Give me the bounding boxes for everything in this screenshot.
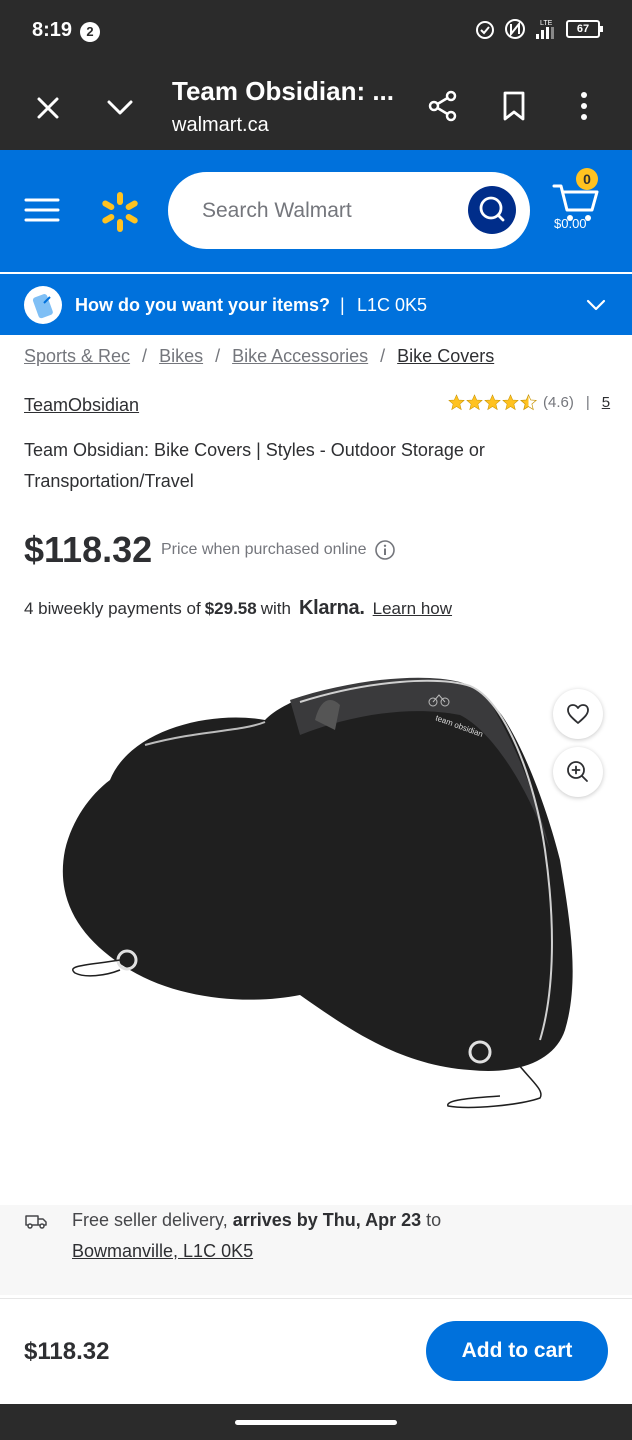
cart-total: $0.00 [554, 216, 587, 231]
product-rating[interactable]: (4.6) | 5 [448, 394, 610, 411]
bottom-price: $118.32 [24, 1338, 110, 1365]
chevron-down-icon [586, 299, 606, 311]
breadcrumb-item-bike-accessories[interactable]: Bike Accessories [232, 346, 368, 366]
postal-code: L1C 0K5 [357, 295, 428, 315]
product-title: Team Obsidian: Bike Covers | Styles - Ou… [24, 440, 485, 491]
star-half-icon [520, 394, 537, 411]
status-icons: LTE 67 [474, 18, 603, 40]
cart-count-badge: 0 [576, 168, 598, 190]
rating-separator: | [585, 394, 590, 411]
klarna-logo: Klarna. [298, 597, 365, 619]
zoom-button[interactable] [553, 747, 603, 797]
review-count[interactable]: 5 [602, 394, 610, 411]
site-header [0, 150, 632, 272]
delivery-date: arrives by Thu, Apr 23 [232, 1210, 422, 1230]
bookmark-icon[interactable] [496, 88, 532, 124]
signal-icon: LTE [536, 20, 554, 39]
klarna-amount: $29.58 [204, 598, 257, 618]
menu-icon[interactable] [22, 194, 62, 226]
alarm-icon [476, 21, 494, 39]
breadcrumb-item-bikes[interactable]: Bikes [159, 346, 203, 366]
svg-text:LTE: LTE [540, 20, 553, 27]
battery-indicator: 67 [566, 20, 603, 38]
star-icon [484, 394, 501, 411]
star-icon [502, 394, 519, 411]
search-bar [168, 172, 530, 249]
price-note: Price when purchased online [161, 539, 396, 561]
breadcrumb-item-sports-rec[interactable]: Sports & Rec [24, 346, 130, 366]
sticky-add-to-cart-bar: $118.32 Add to cart [0, 1298, 632, 1404]
system-navigation-bar [0, 1404, 632, 1440]
search-button[interactable] [468, 186, 516, 234]
breadcrumb-item-bike-covers[interactable]: Bike Covers [397, 346, 494, 366]
klarna-learn-how-link[interactable]: Learn how [373, 599, 452, 619]
search-input[interactable] [202, 172, 462, 249]
price-note-text: Price when purchased online [161, 541, 367, 558]
breadcrumb: Sports & Rec / Bikes / Bike Accessories / Bike… [24, 346, 495, 366]
favorite-button[interactable] [553, 689, 603, 739]
fulfillment-separator: | [340, 295, 345, 315]
page-url: walmart.ca [172, 114, 269, 136]
star-icon [466, 394, 483, 411]
status-time: 8:19 [32, 19, 73, 41]
rating-value: (4.6) [543, 394, 574, 411]
delivery-info: Free seller delivery, arrives by Thu, Ap… [0, 1205, 632, 1295]
status-bar: 8:19 2 LTE 67 [0, 0, 632, 62]
nfc-icon [505, 19, 525, 39]
fulfillment-selector[interactable]: How do you want your items? | L1C 0K5 [0, 274, 632, 335]
klarna-payments: 4 biweekly payments of $29.58 with Klarn… [24, 597, 452, 620]
delivery-to: to [426, 1210, 442, 1230]
search-icon [479, 196, 505, 222]
fulfillment-prompt: How do you want your items? [75, 295, 331, 315]
browser-toolbar: Team Obsidian: ... walmart.ca [0, 62, 632, 150]
klarna-with: with [260, 598, 291, 618]
rating-stars [448, 394, 537, 411]
share-icon[interactable] [425, 88, 461, 124]
heart-icon [567, 704, 589, 724]
delivery-text: Free seller delivery, arrives by Thu, Ap… [72, 1205, 602, 1267]
chevron-down-icon[interactable] [102, 90, 138, 126]
brand-link[interactable]: TeamObsidian [24, 395, 139, 416]
truck-icon [25, 1215, 47, 1229]
home-gesture-handle[interactable] [235, 1420, 397, 1425]
product-price: $118.32 [24, 529, 153, 570]
info-icon[interactable] [374, 539, 396, 561]
page-title: Team Obsidian: ... [172, 76, 395, 106]
add-to-cart-button[interactable]: Add to cart [426, 1321, 608, 1381]
product-image[interactable]: team obsidian [50, 660, 590, 1130]
delivery-prefix: Free seller delivery, [72, 1210, 228, 1230]
klarna-prefix: 4 biweekly payments of [24, 598, 201, 618]
notification-badge: 2 [80, 22, 100, 42]
fulfillment-icon [24, 286, 62, 324]
close-icon[interactable] [30, 90, 66, 126]
delivery-location-link[interactable]: Bowmanville, L1C 0K5 [72, 1241, 253, 1261]
zoom-in-icon [567, 761, 588, 782]
more-options-icon[interactable] [566, 88, 602, 124]
walmart-spark-logo[interactable] [96, 190, 144, 234]
star-icon [448, 394, 465, 411]
